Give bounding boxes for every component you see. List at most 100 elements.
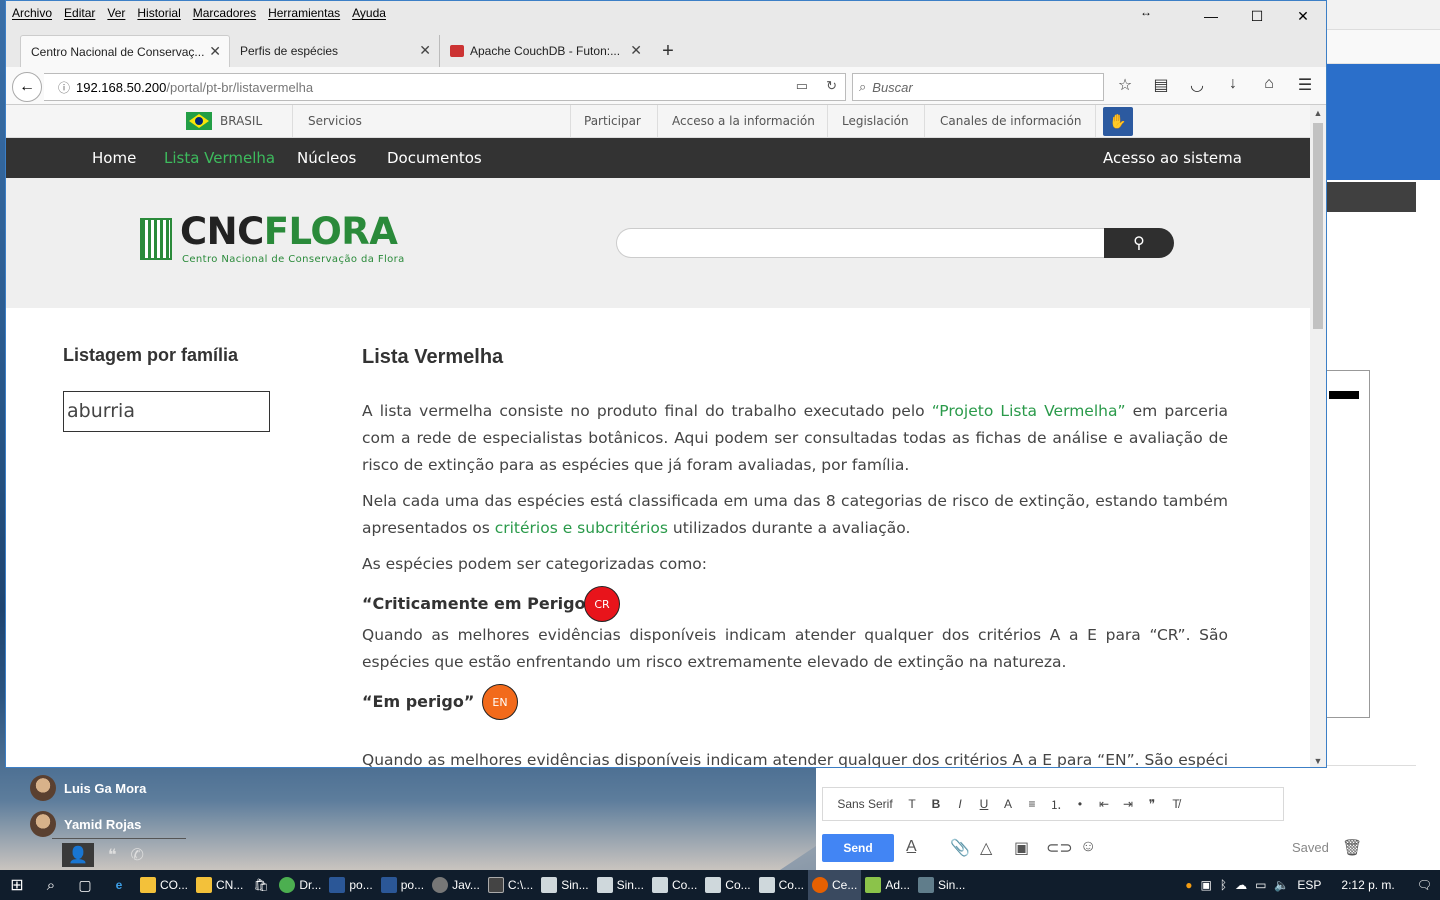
taskbar-item[interactable]: Jav...	[428, 870, 484, 900]
site-search-input[interactable]	[616, 228, 1104, 258]
taskbar-item[interactable]: CN...	[192, 870, 247, 900]
edge-icon[interactable]: e	[102, 870, 136, 900]
task-view-icon[interactable]: ▢	[68, 870, 102, 900]
reload-icon[interactable]: ↻	[826, 78, 837, 94]
italic-icon[interactable]: I	[951, 797, 969, 811]
nav-documentos[interactable]: Documentos	[387, 149, 482, 167]
drive-icon[interactable]: △	[980, 838, 992, 858]
close-tab-icon[interactable]: ✕	[209, 43, 221, 60]
scroll-thumb[interactable]	[1313, 123, 1323, 329]
tray-icon[interactable]: ●	[1185, 878, 1192, 892]
clear-format-icon[interactable]: T̸	[1167, 797, 1185, 811]
bookmark-star-icon[interactable]: ☆	[1116, 75, 1134, 95]
scroll-down-icon[interactable]: ▼	[1310, 753, 1326, 767]
menu-historial[interactable]: Historial	[131, 6, 186, 20]
hangouts-icon[interactable]: ❝	[108, 845, 117, 865]
align-icon[interactable]: ≡	[1023, 797, 1041, 811]
tray-icon[interactable]: ▣	[1201, 878, 1212, 892]
indent-less-icon[interactable]: ⇤	[1095, 797, 1113, 811]
underline-icon[interactable]: U	[975, 797, 993, 811]
gov-servicios-link[interactable]: Servicios	[308, 114, 362, 128]
close-tab-icon[interactable]: ✕	[630, 42, 642, 59]
accessibility-icon[interactable]: ✋	[1103, 107, 1133, 136]
taskbar-item[interactable]: Co...	[755, 870, 808, 900]
pocket-icon[interactable]: ◡	[1188, 75, 1206, 95]
cloud-icon[interactable]: ☁	[1235, 878, 1247, 892]
taskbar-item[interactable]: Ad...	[861, 870, 914, 900]
numbered-list-icon[interactable]: ⒈	[1047, 796, 1065, 813]
send-button[interactable]: Send	[822, 834, 894, 862]
phone-icon[interactable]: ✆	[131, 845, 144, 865]
taskbar-item[interactable]: Sin...	[914, 870, 969, 900]
quote-icon[interactable]: ❞	[1143, 797, 1161, 811]
text-color-icon[interactable]: A	[999, 797, 1017, 811]
bookmarks-list-icon[interactable]: ▤	[1152, 75, 1170, 95]
taskbar-item[interactable]: CO...	[136, 870, 192, 900]
cncflora-logo[interactable]: CNCFLORA Centro Nacional de Conservação …	[140, 212, 440, 270]
hamburger-menu-icon[interactable]: ☰	[1296, 75, 1314, 95]
gov-brasil-link[interactable]: BRASIL	[220, 114, 262, 128]
resize-icon[interactable]: ↔	[1140, 5, 1152, 19]
taskbar-item[interactable]: Co...	[701, 870, 754, 900]
taskbar-item[interactable]: Dr...	[275, 870, 325, 900]
menu-archivo[interactable]: Archivo	[6, 6, 58, 20]
tab-perfis[interactable]: Perfis de espécies ✕	[230, 35, 440, 67]
clock[interactable]: 2:12 p. m.	[1341, 878, 1394, 892]
attach-icon[interactable]: 📎	[950, 838, 970, 858]
font-size-icon[interactable]: T	[903, 797, 921, 811]
format-toggle-icon[interactable]: A̲	[906, 838, 917, 856]
nav-lista-vermelha[interactable]: Lista Vermelha	[164, 149, 275, 167]
home-icon[interactable]: ⌂	[1260, 75, 1278, 95]
bluetooth-icon[interactable]: ᛒ	[1220, 878, 1227, 892]
gov-legislacion-link[interactable]: Legislación	[842, 114, 909, 128]
close-tab-icon[interactable]: ✕	[419, 42, 431, 59]
tab-couchdb[interactable]: Apache CouchDB - Futon:... ✕	[440, 35, 650, 67]
taskbar-item[interactable]: Sin...	[537, 870, 592, 900]
menu-ayuda[interactable]: Ayuda	[346, 6, 392, 20]
contact-item[interactable]: Yamid Rojas	[28, 806, 188, 842]
search-input[interactable]: ⌕ Buscar	[852, 73, 1104, 101]
tab-cncflora[interactable]: Centro Nacional de Conservaç... ✕	[20, 35, 230, 67]
volume-icon[interactable]: 🔈	[1274, 878, 1289, 892]
bold-icon[interactable]: B	[927, 797, 945, 811]
taskbar-item-firefox[interactable]: Ce...	[807, 870, 862, 900]
person-icon[interactable]: 👤	[62, 842, 94, 867]
photo-icon[interactable]: ▣	[1014, 838, 1029, 858]
new-tab-icon[interactable]: +	[650, 35, 686, 67]
menu-ver[interactable]: Ver	[101, 6, 131, 20]
menu-herramientas[interactable]: Herramientas	[262, 6, 346, 20]
store-icon[interactable]: 🛍	[247, 870, 275, 900]
contact-item[interactable]: Luis Ga Mora	[28, 770, 188, 806]
nav-home[interactable]: Home	[92, 149, 136, 167]
download-icon[interactable]: ↓	[1224, 75, 1242, 95]
taskbar-item[interactable]: po...	[377, 870, 428, 900]
start-icon[interactable]: ⊞	[0, 870, 34, 900]
font-select[interactable]: Sans Serif	[833, 797, 897, 811]
menu-marcadores[interactable]: Marcadores	[187, 6, 262, 20]
back-icon[interactable]: ←	[12, 72, 42, 102]
emoji-icon[interactable]: ☺	[1080, 838, 1096, 856]
site-search-button[interactable]: ⚲	[1104, 228, 1174, 258]
link-icon[interactable]: ⊂⊃	[1046, 838, 1073, 858]
criterios-link[interactable]: critérios e subcritérios	[495, 519, 668, 537]
bullet-list-icon[interactable]: •	[1071, 797, 1089, 811]
trash-icon[interactable]: 🗑	[1342, 838, 1362, 858]
login-link[interactable]: Acesso ao sistema	[1103, 149, 1242, 167]
search-icon[interactable]: ⌕	[34, 870, 68, 900]
url-bar[interactable]: ⓘ 192.168.50.200/portal/pt-br/listaverme…	[44, 73, 846, 101]
taskbar-item[interactable]: po...	[325, 870, 376, 900]
gov-acceso-link[interactable]: Acceso a la información	[672, 114, 815, 128]
gov-canales-link[interactable]: Canales de información	[940, 114, 1081, 128]
page-scrollbar[interactable]: ▲ ▼	[1310, 105, 1326, 767]
info-icon[interactable]: ⓘ	[52, 79, 76, 96]
family-search-input[interactable]: aburria	[63, 391, 270, 432]
scroll-up-icon[interactable]: ▲	[1310, 105, 1326, 121]
taskbar-item[interactable]: Sin...	[593, 870, 648, 900]
notifications-icon[interactable]: 🗨	[1417, 878, 1432, 892]
network-icon[interactable]: ▭	[1255, 878, 1266, 892]
indent-more-icon[interactable]: ⇥	[1119, 797, 1137, 811]
menu-editar[interactable]: Editar	[58, 6, 101, 20]
language-indicator[interactable]: ESP	[1297, 878, 1321, 892]
reader-view-icon[interactable]: ▭	[796, 78, 808, 94]
gov-participar-link[interactable]: Participar	[584, 114, 641, 128]
